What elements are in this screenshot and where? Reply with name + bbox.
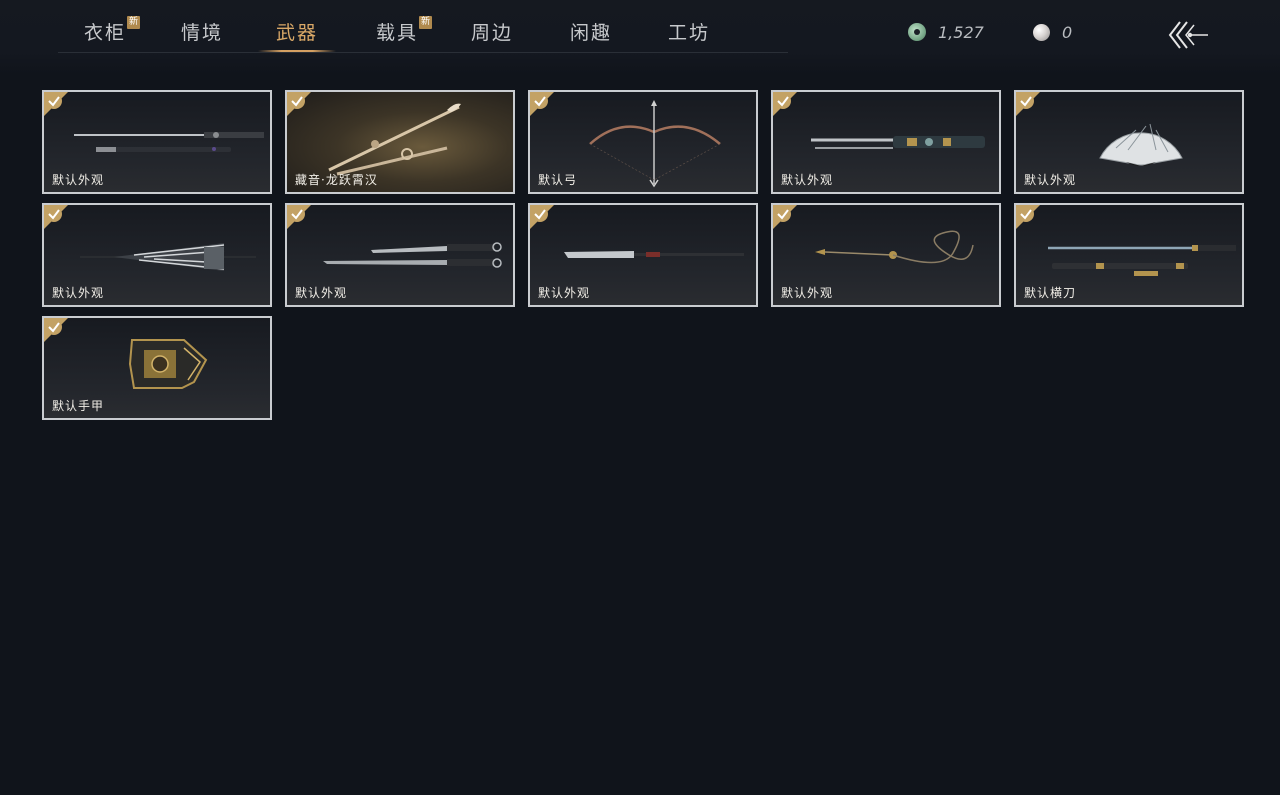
pearl-icon bbox=[1033, 23, 1050, 41]
weapon-name: 默认弓 bbox=[538, 173, 578, 187]
top-bar: 衣柜 新 情境 武器 载具 新 周边 闲趣 工坊 1,527 0 bbox=[0, 0, 1280, 74]
weapon-card[interactable]: 默认手甲 bbox=[42, 316, 272, 420]
weapon-name: 默认外观 bbox=[52, 286, 105, 300]
weapon-name: 默认手甲 bbox=[52, 399, 105, 413]
check-icon bbox=[46, 319, 62, 335]
weapon-card[interactable]: 默认横刀 bbox=[1014, 203, 1244, 307]
tab-scene[interactable]: 情境 bbox=[181, 18, 223, 50]
tab-label: 武器 bbox=[276, 22, 319, 44]
check-icon bbox=[46, 206, 62, 222]
check-icon bbox=[532, 93, 548, 109]
pearl-amount: 0 bbox=[1062, 22, 1073, 42]
tab-label: 工坊 bbox=[668, 22, 711, 44]
weapon-name: 默认外观 bbox=[781, 286, 834, 300]
check-icon bbox=[775, 93, 791, 109]
weapon-name: 默认外观 bbox=[781, 173, 834, 187]
check-icon bbox=[289, 93, 305, 109]
jade-currency: 1,527 bbox=[908, 20, 984, 44]
tab-wardrobe[interactable]: 衣柜 新 bbox=[84, 16, 141, 50]
tab-weapons[interactable]: 武器 bbox=[258, 18, 337, 52]
jade-amount: 1,527 bbox=[938, 22, 984, 42]
back-arrow-icon bbox=[1168, 21, 1208, 49]
new-badge: 新 bbox=[419, 16, 433, 29]
tab-label: 情境 bbox=[181, 22, 224, 44]
weapon-name: 默认横刀 bbox=[1024, 286, 1077, 300]
tab-label: 载具 bbox=[376, 22, 419, 44]
weapon-card[interactable]: 默认外观 bbox=[771, 90, 1001, 194]
weapon-name: 藏音·龙跃霄汉 bbox=[295, 173, 378, 187]
weapon-name: 默认外观 bbox=[52, 173, 105, 187]
check-icon bbox=[1018, 93, 1034, 109]
back-button[interactable] bbox=[1166, 18, 1210, 52]
tab-leisure[interactable]: 闲趣 bbox=[570, 18, 612, 50]
weapon-name: 默认外观 bbox=[1024, 173, 1077, 187]
weapon-card[interactable]: 默认外观 bbox=[771, 203, 1001, 307]
tab-label: 闲趣 bbox=[570, 22, 613, 44]
check-icon bbox=[1018, 206, 1034, 222]
weapon-card[interactable]: 藏音·龙跃霄汉 bbox=[285, 90, 515, 194]
check-icon bbox=[532, 206, 548, 222]
check-icon bbox=[775, 206, 791, 222]
check-icon bbox=[289, 206, 305, 222]
weapon-card[interactable]: 默认外观 bbox=[528, 203, 758, 307]
jade-coin-icon bbox=[908, 23, 926, 41]
weapon-name: 默认外观 bbox=[295, 286, 348, 300]
pearl-currency: 0 bbox=[1033, 20, 1072, 44]
weapon-card[interactable]: 默认外观 bbox=[1014, 90, 1244, 194]
weapon-card[interactable]: 默认外观 bbox=[285, 203, 515, 307]
category-tabs: 衣柜 新 情境 武器 载具 新 周边 闲趣 工坊 bbox=[58, 0, 788, 53]
check-icon bbox=[46, 93, 62, 109]
weapon-card[interactable]: 默认弓 bbox=[528, 90, 758, 194]
weapon-name: 默认外观 bbox=[538, 286, 591, 300]
tab-workshop[interactable]: 工坊 bbox=[668, 18, 710, 50]
weapon-card[interactable]: 默认外观 bbox=[42, 90, 272, 194]
tab-label: 周边 bbox=[471, 22, 514, 44]
tab-label: 衣柜 bbox=[84, 22, 127, 44]
weapon-card[interactable]: 默认外观 bbox=[42, 203, 272, 307]
active-tab-underline bbox=[258, 50, 337, 52]
tab-mounts[interactable]: 载具 新 bbox=[376, 16, 433, 50]
new-badge: 新 bbox=[127, 16, 141, 29]
tab-accessories[interactable]: 周边 bbox=[471, 18, 513, 50]
